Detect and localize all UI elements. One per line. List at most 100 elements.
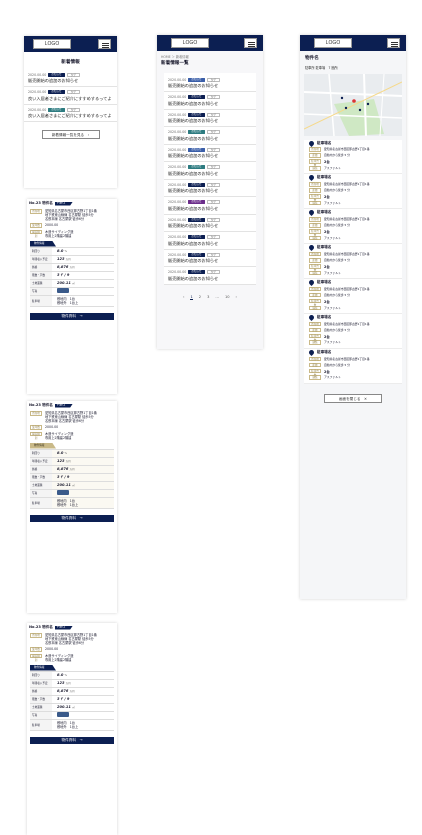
news-item[interactable]: 2020.00.00 お知らせ タグ 良い入居者さまにご紹介にすすめするってよ — [24, 87, 117, 105]
spec-table: 利回り 8.0 % 年間収入予定 123 万円 価格 8,876 万円 階数・戸数 3ｆ / … — [30, 670, 114, 731]
spec-value-text: 8.0 — [57, 451, 64, 455]
spec-value: 8.0 % — [52, 249, 114, 253]
property-detail-button[interactable]: 物件資料 → — [30, 514, 114, 522]
spec-value-text: 3ｆ / 9 — [57, 474, 70, 479]
news-category-badge: お知らせ — [188, 165, 205, 169]
news-item[interactable]: 2020.00.00 お知らせ タグ 販売開始の追加のお知らせ — [164, 75, 256, 92]
pager-page[interactable]: 3 — [207, 295, 209, 299]
property-type-badge: TYPE A — [54, 201, 73, 206]
structure-value: 木造サイディング造 専用上2階建2階建 — [45, 431, 74, 440]
news-item[interactable]: 2020.00.00 お知らせ タグ 販売開始の追加のお知らせ — [164, 215, 256, 232]
parking-detail-label: 舗装 — [309, 200, 321, 206]
spec-key: 年間収入予定 — [30, 457, 52, 465]
parking-detail-label: 駐車台数 — [309, 229, 321, 237]
logo[interactable]: LOGO — [314, 38, 352, 48]
hamburger-menu-icon[interactable] — [244, 38, 257, 48]
pager-page[interactable]: 1 — [190, 295, 193, 300]
news-list: 2020.00.00 お知らせ タグ 販売開始の追加のお知らせ 2020.00.00 お知… — [24, 70, 117, 122]
spec-unit: % — [64, 250, 67, 253]
news-item[interactable]: 2020.00.00 お知らせ タグ 販売開始の追加のお知らせ — [24, 70, 117, 87]
location-pin-icon — [307, 278, 316, 287]
parking-detail-row: 駐車台数 2台 — [309, 298, 397, 307]
news-item[interactable]: 2020.00.00 お知らせ タグ 販売開始の追加のお知らせ — [164, 145, 256, 162]
spec-row: 価格 8,876 万円 — [30, 687, 114, 696]
news-category-badge: お知らせ — [188, 200, 205, 204]
map-graphic — [304, 73, 402, 136]
hamburger-menu-icon[interactable] — [98, 39, 111, 49]
parking-lot: 駐車場名 所在地 愛知県名古屋市西区那古野1丁目1番 距離 自動内から徒歩 5 分駐車台… — [304, 139, 402, 175]
parking-detail-label: 駐車台数 — [309, 264, 321, 272]
photo-thumbnail[interactable] — [57, 712, 69, 717]
parking-detail-row: 駐車台数 2台 — [309, 194, 397, 202]
parking-detail-value: 自動内から徒歩 5 分 — [324, 153, 350, 158]
close-button[interactable]: 画面を閉じる ✕ — [324, 393, 382, 403]
parking-lot-name: 駐車場名 — [317, 140, 332, 145]
spec-row: 階数・戸数 3ｆ / 9 — [30, 271, 114, 280]
logo[interactable]: LOGO — [171, 38, 209, 48]
property-name: No.23 物件名 — [29, 201, 53, 205]
parking-detail-value: 自動内から徒歩 5 分 — [324, 258, 350, 263]
spec-value-text: 8,876 — [57, 467, 69, 471]
parking-detail-label: 駐車台数 — [309, 298, 321, 307]
hamburger-menu-icon[interactable] — [387, 38, 400, 48]
spec-key: 価格 — [30, 687, 52, 695]
pager-page[interactable]: 10 — [225, 295, 230, 299]
pager-page[interactable]: 2 — [199, 295, 201, 299]
breadcrumb[interactable]: HOME ＞ 新着情報 — [157, 51, 263, 59]
parking-lot: 駐車場名 所在地 愛知県名古屋市西区那古野1丁目1番 距離 自動内から徒歩 5 分駐車台… — [304, 278, 402, 314]
parking-detail-value: アスファルト — [324, 375, 341, 380]
logo[interactable]: LOGO — [33, 39, 71, 49]
news-category-badge: お知らせ — [48, 107, 65, 112]
news-title: 良い入居者さまにご紹介にすすめするってよ — [28, 113, 112, 118]
header: LOGO — [24, 36, 117, 52]
property-card-header: No.23 物件名 TYPE A — [27, 623, 117, 632]
news-tag-badge: タグ — [66, 72, 80, 77]
news-meta: 2020.00.00 お知らせ タグ — [168, 130, 252, 134]
map[interactable] — [304, 73, 402, 136]
spec-key: 階数・戸数 — [30, 271, 52, 279]
news-item[interactable]: 2020.00.00 お知らせ タグ 良い入居者さまにご紹介にすすめするってよ — [24, 105, 117, 122]
spec-row: 土地面積 200.11 ㎡ — [30, 279, 114, 288]
news-more-button[interactable]: 新着情報一覧を見る › — [41, 130, 100, 139]
news-item[interactable]: 2020.00.00 お知らせ タグ 販売開始の追加のお知らせ — [164, 180, 256, 197]
news-item[interactable]: 2020.00.00 お知らせ タグ 販売開始の追加のお知らせ — [164, 92, 256, 110]
news-item[interactable]: 2020.00.00 お知らせ タグ 販売開始の追加のお知らせ — [164, 232, 256, 250]
spec-value-text: 敷地内 1台 敷地外 1台上 — [57, 296, 79, 305]
spec-table: 利回り 8.0 % 年間収入予定 123 万円 価格 8,876 万円 階数・戸数 3ｆ / … — [30, 448, 114, 509]
news-category-badge: お知らせ — [188, 182, 205, 187]
spec-value: 敷地内 1台 敷地外 1台上 — [52, 721, 114, 729]
spec-key: 価格 — [30, 465, 52, 473]
news-title: 販売開始の追加のお知らせ — [168, 135, 219, 141]
structure-row: 構造種別 木造サイディング造 専用上2階建2階建 — [27, 431, 117, 441]
spec-tab: 物件情報 — [30, 240, 56, 247]
property-detail-button[interactable]: 物件資料 → — [30, 312, 114, 320]
pager-prev-icon[interactable]: ‹ — [183, 295, 184, 299]
property-title: 物件名 — [305, 56, 319, 61]
news-date: 2020.00.00 — [168, 217, 187, 222]
built-value: 2000.00 — [45, 425, 59, 429]
spec-unit: 万円 — [69, 468, 75, 471]
spec-row: 駐車場 敷地内 1台 敷地外 1台上 — [30, 295, 114, 307]
spec-row: 利回り 8.0 % — [30, 671, 114, 680]
news-item[interactable]: 2020.00.00 お知らせ タグ 販売開始の追加のお知らせ — [164, 250, 256, 267]
parking-detail-row: 舗装 アスファルト — [309, 340, 397, 346]
parking-detail-label: 所在地 — [309, 286, 321, 292]
news-category-badge: お知らせ — [188, 235, 205, 239]
news-item[interactable]: 2020.00.00 お知らせ タグ 販売開始の追加のお知らせ — [164, 110, 256, 127]
location-pin-icon — [307, 244, 316, 252]
news-title: 販売開始の追加のお知らせ — [168, 118, 219, 123]
photo-thumbnail[interactable] — [57, 288, 69, 293]
news-item[interactable]: 2020.00.00 お知らせ タグ 販売開始の追加のお知らせ — [164, 127, 256, 145]
parking-lot: 駐車場名 所在地 愛知県名古屋市西区那古野1丁目1番 距離 自動内から徒歩 5 分駐車台… — [304, 313, 402, 349]
news-item[interactable]: 2020.00.00 お知らせ タグ 販売開始の追加のお知らせ — [164, 267, 256, 285]
news-item[interactable]: 2020.00.00 お知らせ タグ 販売開始の追加のお知らせ — [164, 197, 256, 215]
spec-value — [52, 490, 114, 496]
property-detail-button[interactable]: 物件資料 → — [30, 736, 114, 744]
photo-thumbnail[interactable] — [57, 490, 69, 495]
parking-detail-label: 距離 — [309, 223, 321, 228]
spec-key: 利回り — [30, 671, 52, 679]
spec-value: 200.11 ㎡ — [52, 705, 114, 709]
news-item[interactable]: 2020.00.00 お知らせ タグ 販売開始の追加のお知らせ — [164, 162, 256, 180]
parking-detail-label: 距離 — [309, 188, 321, 193]
pager-next-icon[interactable]: › — [236, 295, 237, 299]
